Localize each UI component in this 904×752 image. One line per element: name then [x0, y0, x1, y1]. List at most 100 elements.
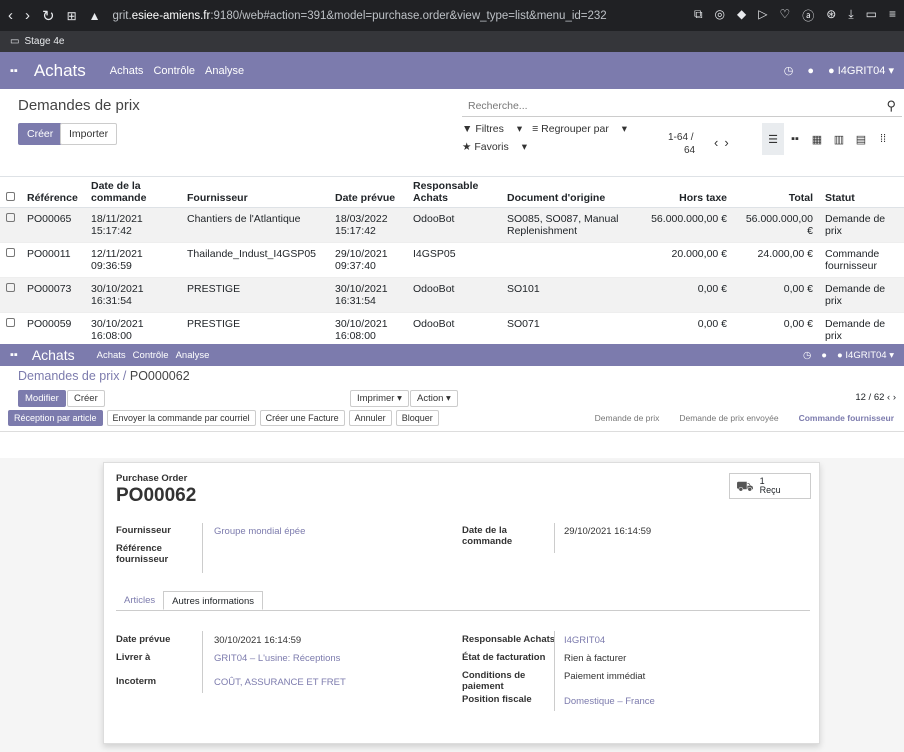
col-reference[interactable]: Référence: [21, 177, 85, 208]
reload-icon[interactable]: ↻: [42, 7, 55, 25]
search-input[interactable]: Recherche... ⚲: [462, 95, 902, 117]
col-total[interactable]: Total: [733, 177, 819, 208]
col-untaxed[interactable]: Hors taxe: [641, 177, 733, 208]
col-buyer[interactable]: Responsable Achats: [407, 177, 501, 208]
form-tabs: Articles Autres informations: [116, 591, 810, 611]
menu-achats[interactable]: Achats: [110, 65, 144, 77]
heart-icon[interactable]: ♡: [779, 7, 790, 24]
shield-icon[interactable]: ◆: [737, 7, 746, 24]
stage-purchase-order[interactable]: Commande fournisseur: [789, 410, 904, 426]
action-button[interactable]: Action ▾: [410, 390, 458, 407]
filters-button[interactable]: ▼ Filtres ▾: [462, 123, 522, 135]
tab-other-info[interactable]: Autres informations: [163, 591, 263, 610]
chat-icon[interactable]: ●: [821, 350, 827, 361]
prev-icon[interactable]: ‹: [714, 135, 724, 150]
stage-rfq-sent[interactable]: Demande de prix envoyée: [669, 410, 788, 426]
col-supplier[interactable]: Fournisseur: [181, 177, 329, 208]
table-row[interactable]: PO00073 30/10/2021 16:31:54 PRESTIGE 30/10/…: [0, 277, 904, 313]
graph-view-icon[interactable]: ▥: [828, 123, 850, 155]
receipt-smart-button[interactable]: ⛟ 1 Reçu: [729, 473, 811, 499]
cancel-button[interactable]: Annuler: [348, 410, 392, 426]
clock-icon[interactable]: ◷: [784, 64, 794, 77]
groupby-button[interactable]: ≡ Regrouper par ▾: [532, 123, 627, 135]
user-menu[interactable]: ● I4GRIT04 ▾: [828, 64, 894, 77]
fiscal-position-field[interactable]: Domestique – France: [564, 696, 655, 707]
payment-terms-field[interactable]: Paiement immédiat: [564, 671, 645, 682]
address-bar[interactable]: grit.esiee-amiens.fr:9180/web#action=391…: [113, 10, 607, 22]
supplier-field[interactable]: Groupe mondial épée: [214, 526, 305, 537]
chat-icon[interactable]: ●: [807, 65, 814, 77]
receive-products-button[interactable]: Réception par article: [8, 410, 103, 426]
pager-value[interactable]: 1-64 /64: [668, 131, 695, 157]
back-icon[interactable]: ‹: [8, 7, 13, 24]
menu-icon[interactable]: ≡: [889, 7, 896, 24]
row-checkbox[interactable]: [6, 213, 15, 222]
row-checkbox[interactable]: [6, 283, 15, 292]
create-button[interactable]: Créer: [67, 390, 105, 407]
col-source-doc[interactable]: Document d'origine: [501, 177, 641, 208]
cell-reference: PO00065: [21, 207, 85, 243]
bookmark-stage[interactable]: ▭ Stage 4e: [10, 36, 65, 47]
import-button[interactable]: Importer: [60, 123, 118, 145]
col-status[interactable]: Statut: [819, 177, 904, 208]
clock-icon[interactable]: ◷: [803, 350, 811, 361]
select-all-checkbox[interactable]: [6, 192, 15, 201]
doc-type: Purchase Order: [116, 473, 188, 484]
forward-icon[interactable]: ›: [25, 7, 30, 24]
lock-button[interactable]: Bloquer: [395, 410, 439, 426]
menu-analyse[interactable]: Analyse: [176, 350, 210, 361]
table-row[interactable]: PO00065 18/11/2021 15:17:42 Chantiers de l…: [0, 207, 904, 243]
page-title: Demandes de prix: [18, 97, 140, 114]
tab-articles[interactable]: Articles: [116, 591, 163, 610]
cell-untaxed: 0,00 €: [641, 312, 733, 347]
calendar-view-icon[interactable]: ▤: [850, 123, 872, 155]
app-name[interactable]: Achats: [32, 347, 75, 363]
app-name[interactable]: Achats: [34, 61, 86, 81]
aria-icon[interactable]: ⓐ: [802, 7, 814, 24]
breadcrumb: Demandes de prix / PO000062: [18, 369, 190, 383]
share-icon[interactable]: ⧉: [694, 7, 703, 24]
send-po-email-button[interactable]: Envoyer la commande par courriel: [106, 410, 256, 426]
cell-total: 56.000.000,00 €: [733, 207, 819, 243]
create-button[interactable]: Créer: [18, 123, 63, 145]
billing-status-field: Rien à facturer: [564, 653, 627, 664]
menu-achats[interactable]: Achats: [97, 350, 126, 361]
order-date-field[interactable]: 29/10/2021 16:14:59: [564, 526, 651, 537]
buyer-field[interactable]: I4GRIT04: [564, 635, 605, 646]
form-pager[interactable]: 12 / 62 ‹ ›: [855, 392, 896, 403]
search-icon[interactable]: ⚲: [886, 98, 896, 114]
menu-controle[interactable]: Contrôle: [153, 65, 195, 77]
edit-button[interactable]: Modifier: [18, 390, 66, 407]
pivot-view-icon[interactable]: ▦: [806, 123, 828, 155]
next-icon[interactable]: ›: [724, 135, 734, 150]
stage-rfq[interactable]: Demande de prix: [585, 410, 670, 426]
planned-date-label: Date prévue: [116, 634, 171, 645]
favorites-button[interactable]: ★ Favoris ▾: [462, 141, 527, 153]
print-button[interactable]: Imprimer ▾: [350, 390, 409, 407]
list-view-icon[interactable]: ☰: [762, 123, 784, 155]
battery-icon[interactable]: ▭: [866, 7, 877, 24]
row-checkbox[interactable]: [6, 248, 15, 257]
camera-icon[interactable]: ◎: [715, 7, 725, 24]
activity-view-icon[interactable]: ⁞⁞: [872, 123, 894, 155]
table-row[interactable]: PO00011 12/11/2021 09:36:59 Thailande_Indu…: [0, 242, 904, 278]
apps-icon[interactable]: ▪▪: [10, 65, 18, 77]
cube-icon[interactable]: ⊛: [826, 7, 836, 24]
tabs-grid-icon[interactable]: ⊞: [67, 9, 77, 23]
play-icon[interactable]: ▷: [758, 7, 767, 24]
download-icon[interactable]: ⤓: [848, 7, 853, 24]
menu-controle[interactable]: Contrôle: [133, 350, 169, 361]
user-menu[interactable]: ● I4GRIT04 ▾: [837, 350, 894, 361]
planned-date-field[interactable]: 30/10/2021 16:14:59: [214, 635, 301, 646]
deliver-to-field[interactable]: GRIT04 – L'usine: Réceptions: [214, 653, 340, 664]
create-invoice-button[interactable]: Créer une Facture: [259, 410, 345, 426]
menu-analyse[interactable]: Analyse: [205, 65, 244, 77]
row-checkbox[interactable]: [6, 318, 15, 327]
table-row[interactable]: PO00059 30/10/2021 16:08:00 PRESTIGE 30/10/…: [0, 312, 904, 347]
apps-icon[interactable]: ▪▪: [10, 349, 18, 361]
col-order-date[interactable]: Date de la commande: [85, 177, 181, 208]
breadcrumb-parent[interactable]: Demandes de prix: [18, 369, 119, 383]
col-planned-date[interactable]: Date prévue: [329, 177, 407, 208]
incoterm-field[interactable]: COÛT, ASSURANCE ET FRET: [214, 677, 346, 688]
kanban-view-icon[interactable]: ▪▪: [784, 123, 806, 155]
